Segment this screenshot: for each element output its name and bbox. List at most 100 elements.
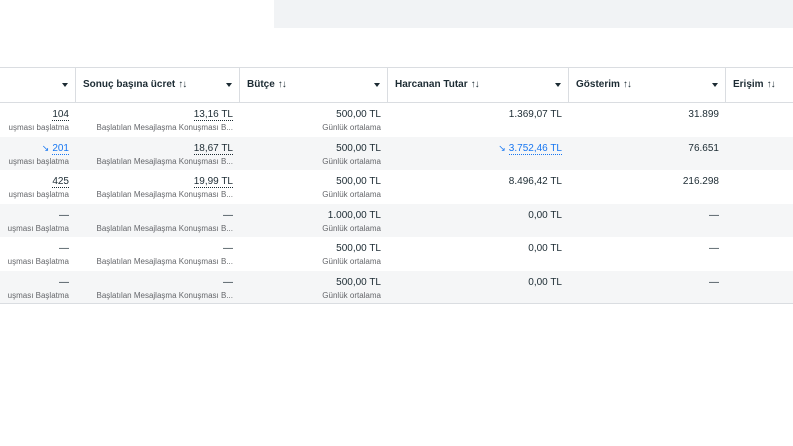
amount-spent-cell: ↘ 3.752,46 TL: [387, 137, 568, 170]
cost-per-result-cell: — Başlatılan Mesajlaşma Konuşması B...: [75, 271, 239, 304]
amount-spent-cell: 0,00 TL: [387, 204, 568, 237]
budget-value: 500,00 TL: [336, 142, 381, 154]
trend-down-icon: ↘: [498, 142, 506, 153]
results-subtext: uşması başlatma: [8, 190, 69, 199]
impressions-cell: —: [568, 204, 725, 237]
results-subtext: uşması başlatma: [8, 156, 69, 166]
impressions-value: —: [709, 209, 719, 221]
cost-per-result-cell: 18,67 TL Başlatılan Mesajlaşma Konuşması…: [75, 137, 239, 170]
impressions-cell: —: [568, 237, 725, 270]
amount-spent-cell: 0,00 TL: [387, 271, 568, 304]
sort-icon[interactable]: ↑↓: [767, 79, 776, 90]
table-row[interactable]: — uşması Başlatma — Başlatılan Mesajlaşm…: [0, 203, 793, 237]
budget-cell: 1.000,00 TL Günlük ortalama: [239, 204, 387, 237]
column-header-cost-per-result[interactable]: Sonuç başına ücret ↑↓: [75, 68, 239, 102]
column-header-impressions[interactable]: Gösterim ↑↓: [568, 68, 725, 102]
chevron-down-icon[interactable]: [226, 83, 232, 87]
amount-spent-value[interactable]: 3.752,46 TL: [508, 142, 562, 155]
cost-per-result-value[interactable]: 13,16 TL: [193, 109, 233, 121]
results-value[interactable]: 425: [52, 176, 69, 188]
chevron-down-icon[interactable]: [374, 83, 380, 87]
ads-table: Sonuç başına ücret ↑↓ Bütçe ↑↓ Harcanan Tu…: [0, 67, 793, 304]
chevron-down-icon[interactable]: [712, 83, 718, 87]
cost-per-result-subtext: Başlatılan Mesajlaşma Konuşması B...: [96, 223, 233, 233]
cost-per-result-value: —: [223, 209, 233, 221]
sort-icon[interactable]: ↑↓: [471, 79, 480, 90]
sort-icon[interactable]: ↑↓: [623, 79, 632, 90]
budget-subtext: Günlük ortalama: [322, 190, 381, 199]
column-header-budget[interactable]: Bütçe ↑↓: [239, 68, 387, 102]
cost-per-result-value[interactable]: 19,99 TL: [193, 176, 233, 188]
amount-spent-value: 1.369,07 TL: [508, 109, 562, 120]
results-cell: — uşması Başlatma: [0, 204, 75, 237]
budget-subtext: Günlük ortalama: [322, 257, 381, 266]
impressions-cell: 31.899: [568, 103, 725, 136]
budget-cell: 500,00 TL Günlük ortalama: [239, 137, 387, 170]
results-cell: — uşması Başlatma: [0, 271, 75, 304]
budget-value: 500,00 TL: [336, 276, 381, 288]
column-label: Harcanan Tutar: [395, 79, 468, 90]
table-row[interactable]: ↘ 201 uşması başlatma 18,67 TL Başlatılan…: [0, 136, 793, 170]
cost-per-result-subtext: Başlatılan Mesajlaşma Konuşması B...: [96, 123, 233, 132]
budget-subtext: Günlük ortalama: [322, 123, 381, 132]
amount-spent-value: 8.496,42 TL: [508, 176, 562, 187]
column-header-results[interactable]: [0, 68, 75, 102]
results-subtext: uşması başlatma: [8, 123, 69, 132]
trend-down-icon: ↘: [41, 142, 50, 153]
results-subtext: uşması Başlatma: [7, 257, 69, 266]
cost-per-result-value: —: [223, 276, 233, 288]
table-row[interactable]: — uşması Başlatma — Başlatılan Mesajlaşm…: [0, 237, 793, 271]
budget-value: 500,00 TL: [336, 243, 381, 254]
sort-icon[interactable]: ↑↓: [178, 79, 187, 90]
results-subtext: uşması Başlatma: [7, 290, 69, 300]
budget-value: 1.000,00 TL: [327, 209, 381, 221]
table-row[interactable]: 425 uşması başlatma 19,99 TL Başlatılan …: [0, 170, 793, 204]
cost-per-result-cell: — Başlatılan Mesajlaşma Konuşması B...: [75, 237, 239, 270]
budget-value: 500,00 TL: [336, 109, 381, 120]
top-left-tab-area: [0, 0, 274, 30]
column-label: Erişim: [733, 79, 764, 90]
impressions-value: —: [709, 276, 719, 288]
top-strip: [0, 0, 793, 30]
results-value: —: [59, 243, 69, 254]
budget-cell: 500,00 TL Günlük ortalama: [239, 237, 387, 270]
results-value: —: [59, 209, 69, 221]
cost-per-result-subtext: Başlatılan Mesajlaşma Konuşması B...: [96, 156, 233, 166]
impressions-cell: 216.298: [568, 170, 725, 203]
top-right-bar: [274, 0, 793, 28]
cost-per-result-value: —: [223, 243, 233, 254]
results-cell: 425 uşması başlatma: [0, 170, 75, 203]
chevron-down-icon[interactable]: [555, 83, 561, 87]
cost-per-result-value[interactable]: 18,67 TL: [193, 142, 233, 155]
amount-spent-cell: 0,00 TL: [387, 237, 568, 270]
results-value[interactable]: 201: [52, 142, 69, 155]
budget-value: 500,00 TL: [336, 176, 381, 187]
chevron-down-icon[interactable]: [62, 83, 68, 87]
table-row[interactable]: — uşması Başlatma — Başlatılan Mesajlaşm…: [0, 270, 793, 304]
column-label: Sonuç başına ücret: [83, 79, 176, 90]
budget-subtext: Günlük ortalama: [322, 290, 381, 300]
impressions-cell: —: [568, 271, 725, 304]
cost-per-result-cell: 19,99 TL Başlatılan Mesajlaşma Konuşması…: [75, 170, 239, 203]
table-body: 104 uşması başlatma 13,16 TL Başlatılan …: [0, 103, 793, 304]
amount-spent-cell: 1.369,07 TL: [387, 103, 568, 136]
column-header-amount-spent[interactable]: Harcanan Tutar ↑↓: [387, 68, 568, 102]
amount-spent-value: 0,00 TL: [528, 209, 562, 221]
budget-subtext: Günlük ortalama: [322, 156, 381, 166]
results-cell: 104 uşması başlatma: [0, 103, 75, 136]
impressions-value: 31.899: [688, 109, 719, 120]
budget-subtext: Günlük ortalama: [322, 223, 381, 233]
amount-spent-value: 0,00 TL: [528, 276, 562, 288]
cost-per-result-subtext: Başlatılan Mesajlaşma Konuşması B...: [96, 190, 233, 199]
table-row[interactable]: 104 uşması başlatma 13,16 TL Başlatılan …: [0, 103, 793, 137]
column-header-reach[interactable]: Erişim ↑↓: [725, 68, 793, 102]
results-value[interactable]: 104: [52, 109, 69, 121]
cost-per-result-cell: 13,16 TL Başlatılan Mesajlaşma Konuşması…: [75, 103, 239, 136]
budget-cell: 500,00 TL Günlük ortalama: [239, 271, 387, 304]
results-cell: — uşması Başlatma: [0, 237, 75, 270]
budget-cell: 500,00 TL Günlük ortalama: [239, 103, 387, 136]
sort-icon[interactable]: ↑↓: [278, 79, 287, 90]
cost-per-result-subtext: Başlatılan Mesajlaşma Konuşması B...: [96, 290, 233, 300]
column-label: Gösterim: [576, 79, 620, 90]
impressions-cell: 76.651: [568, 137, 725, 170]
